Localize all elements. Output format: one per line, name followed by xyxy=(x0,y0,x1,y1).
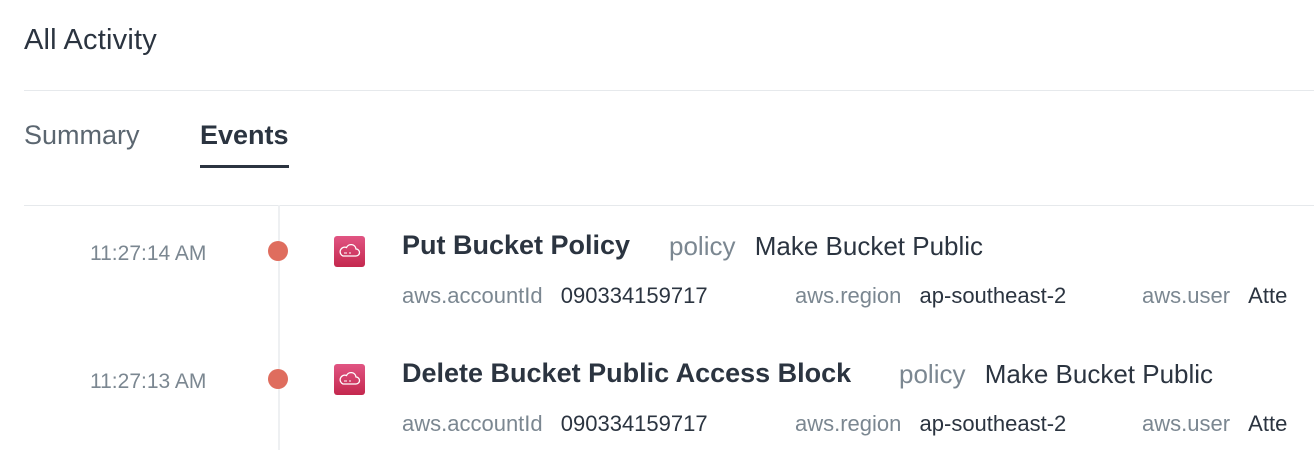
meta-value: 090334159717 xyxy=(560,411,708,436)
meta-value: Atte xyxy=(1248,411,1288,436)
meta-key: aws.accountId xyxy=(402,411,543,436)
event-tag-key: policy xyxy=(669,231,736,261)
event-meta-region: aws.region ap-southeast-2 xyxy=(795,283,1066,309)
event-meta-account: aws.accountId 090334159717 xyxy=(402,411,708,437)
meta-value: Atte xyxy=(1248,283,1288,308)
tab-summary[interactable]: Summary xyxy=(24,120,140,165)
page-title: All Activity xyxy=(24,24,157,56)
event-row[interactable]: 11:27:13 AM Delete Bucket Public Access … xyxy=(0,353,1314,473)
event-row[interactable]: 11:27:14 AM Put Bucket Policy policy Mak… xyxy=(0,225,1314,345)
meta-key: aws.region xyxy=(795,411,902,436)
event-tag-value: Make Bucket Public xyxy=(984,359,1214,389)
meta-key: aws.region xyxy=(795,283,902,308)
meta-value: ap-southeast-2 xyxy=(919,411,1067,436)
event-time: 11:27:14 AM xyxy=(90,242,207,265)
tabs-divider xyxy=(24,205,1314,206)
meta-key: aws.user xyxy=(1142,283,1231,308)
event-tag: policy Make Bucket Public xyxy=(669,231,983,262)
meta-value: 090334159717 xyxy=(560,283,708,308)
event-time: 11:27:13 AM xyxy=(90,370,207,393)
event-tag-key: policy xyxy=(899,359,966,389)
event-tag-value: Make Bucket Public xyxy=(754,231,984,261)
aws-cloud-icon xyxy=(334,364,365,395)
event-status-dot xyxy=(268,369,288,389)
meta-value: ap-southeast-2 xyxy=(919,283,1067,308)
meta-key: aws.accountId xyxy=(402,283,543,308)
tab-events[interactable]: Events xyxy=(200,120,289,168)
event-title[interactable]: Delete Bucket Public Access Block xyxy=(402,358,851,389)
meta-key: aws.user xyxy=(1142,411,1231,436)
event-status-dot xyxy=(268,241,288,261)
event-meta-user: aws.user Atte xyxy=(1142,411,1287,437)
event-meta-account: aws.accountId 090334159717 xyxy=(402,283,708,309)
event-title[interactable]: Put Bucket Policy xyxy=(402,230,630,261)
event-meta-region: aws.region ap-southeast-2 xyxy=(795,411,1066,437)
event-meta-user: aws.user Atte xyxy=(1142,283,1287,309)
aws-cloud-icon xyxy=(334,236,365,267)
event-tag: policy Make Bucket Public xyxy=(899,359,1213,390)
header-divider xyxy=(24,90,1314,91)
